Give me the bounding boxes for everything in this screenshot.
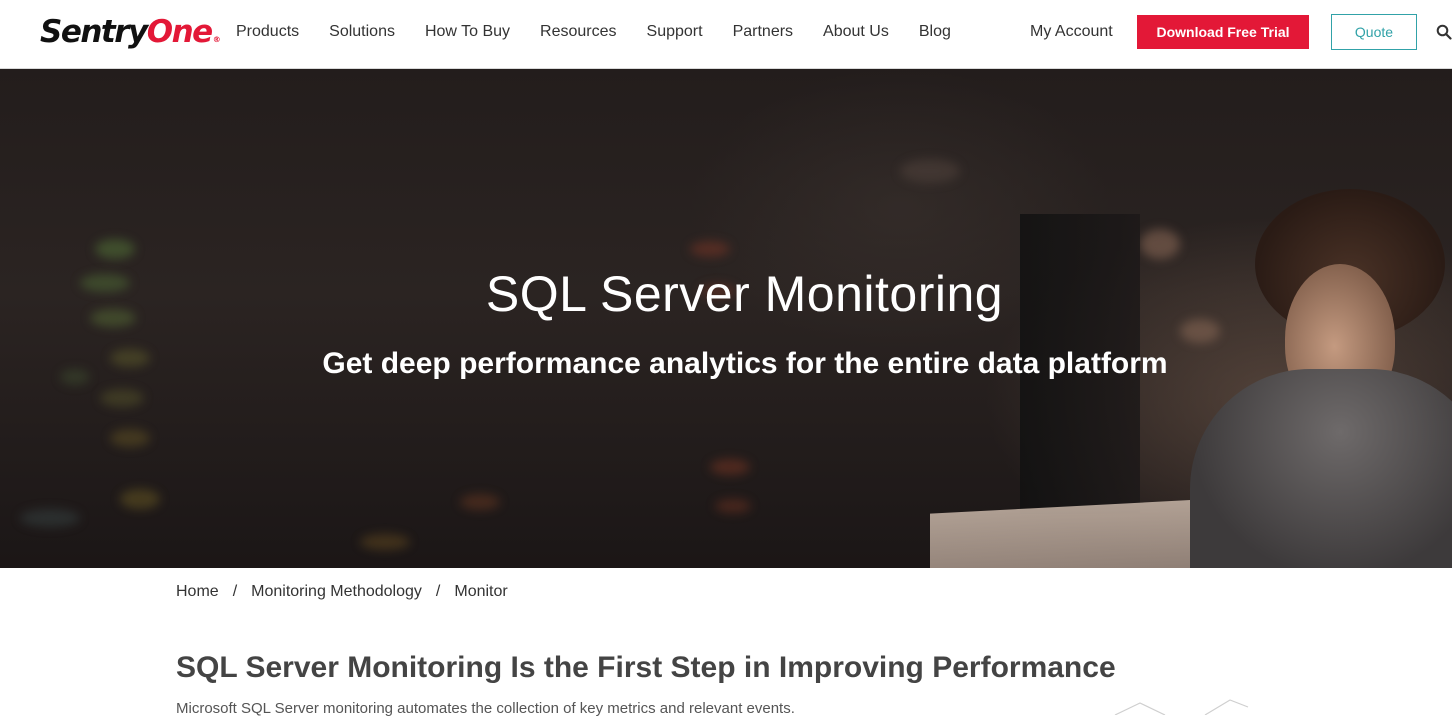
registered-mark: ® [212,35,221,44]
nav-item-resources[interactable]: Resources [525,18,631,46]
breadcrumb: Home / Monitoring Methodology / Monitor [176,580,508,604]
search-icon[interactable] [1436,24,1452,40]
nav-item-partners[interactable]: Partners [718,18,808,46]
my-account-link[interactable]: My Account [1030,18,1113,46]
sentryone-logo[interactable]: SentryOne® [40,12,221,52]
quote-button[interactable]: Quote [1331,14,1417,50]
breadcrumb-separator: / [435,583,441,600]
site-header: SentryOne® Products Solutions How To Buy… [0,0,1452,69]
section-heading: SQL Server Monitoring Is the First Step … [176,651,1116,684]
main-nav: Products Solutions How To Buy Resources … [221,18,966,46]
nav-item-how-to-buy[interactable]: How To Buy [410,18,525,46]
breadcrumb-monitoring-methodology[interactable]: Monitoring Methodology [251,583,422,601]
decorative-illustration [1114,699,1249,715]
hero-banner: SQL Server Monitoring Get deep performan… [0,69,1452,568]
hero-title: SQL Server Monitoring [485,266,1004,322]
nav-item-products[interactable]: Products [221,18,314,46]
nav-item-blog[interactable]: Blog [904,18,966,46]
breadcrumb-home[interactable]: Home [176,583,219,601]
breadcrumb-separator: / [232,583,238,600]
section-intro-text: Microsoft SQL Server monitoring automate… [176,700,795,717]
logo-text-part1: Sentry [40,14,148,50]
breadcrumb-monitor: Monitor [454,583,508,600]
hero-subtitle: Get deep performance analytics for the e… [322,347,1168,380]
download-free-trial-button[interactable]: Download Free Trial [1137,15,1309,49]
nav-item-about-us[interactable]: About Us [808,18,904,46]
nav-item-solutions[interactable]: Solutions [314,18,410,46]
logo-text-part2: One [146,14,213,50]
nav-item-support[interactable]: Support [632,18,718,46]
